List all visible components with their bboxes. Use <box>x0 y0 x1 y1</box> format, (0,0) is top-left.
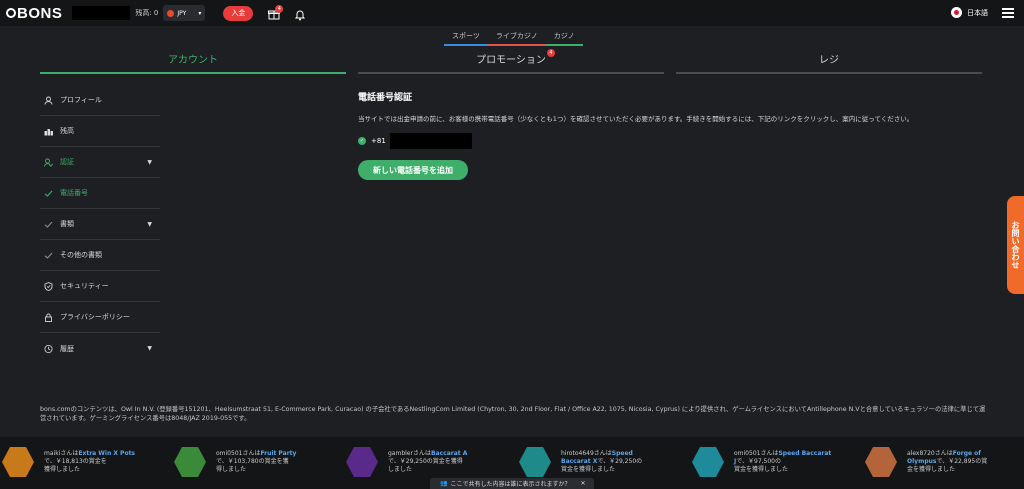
promotion-badge: 4 <box>547 49 555 57</box>
top-bar: BONS 残高: 0 JPY ▾ 入金 4 日本語 <box>0 0 1024 26</box>
account-sidebar: プロフィール 残高 認証 ▼ 電話番号 書類 ▼ その他の書類 セキュリティー … <box>40 85 160 364</box>
gift-button[interactable]: 4 <box>268 5 284 20</box>
sidebar-item-security[interactable]: セキュリティー <box>40 271 160 302</box>
lock-icon <box>44 313 53 322</box>
legal-notice: bons.comのコンテンツは、Owl In N.V. (登録番号151201、… <box>40 406 986 422</box>
user-icon <box>44 96 53 105</box>
gift-badge: 4 <box>275 5 284 13</box>
account-tabs: アカウント プロモーション 4 レジ <box>40 48 982 74</box>
winner-item[interactable]: maikiさんはExtra Win X Potsで、￥18,813の賞金を 獲得し… <box>2 446 144 478</box>
currency-value: JPY <box>177 9 187 17</box>
check-icon <box>44 220 53 229</box>
hamburger-icon <box>1002 8 1014 10</box>
balance-label: 残高: 0 <box>135 9 159 17</box>
shield-icon <box>44 281 53 291</box>
logo-mark-icon <box>6 8 16 18</box>
currency-select[interactable]: JPY ▾ <box>163 5 206 21</box>
chevron-down-icon: ▼ <box>147 220 152 228</box>
page-title: 電話番号認証 <box>358 93 413 103</box>
sidebar-item-balance[interactable]: 残高 <box>40 116 160 147</box>
game-thumbnail <box>346 446 378 478</box>
verified-check-icon: ✓ <box>358 137 366 145</box>
tab-sports[interactable]: スポーツ <box>444 29 488 46</box>
winner-item[interactable]: hiroto4649さんはSpeed Baccarat Xで、￥29,250の賞… <box>519 446 661 478</box>
game-thumbnail <box>2 446 34 478</box>
sidebar-item-verification[interactable]: 認証 ▼ <box>40 147 160 178</box>
sidebar-item-documents[interactable]: 書類 ▼ <box>40 209 160 240</box>
tab-live-casino[interactable]: ライブカジノ <box>487 29 546 46</box>
deposit-button[interactable]: 入金 <box>223 5 254 21</box>
tab-account[interactable]: アカウント <box>40 48 346 74</box>
people-icon: 👥 <box>440 480 448 487</box>
game-thumbnail <box>174 446 206 478</box>
verified-phone-row: ✓ +81 <box>358 133 472 149</box>
sidebar-item-privacy-policy[interactable]: プライバシーポリシー <box>40 302 160 333</box>
sidebar-item-phone[interactable]: 電話番号 <box>40 178 160 209</box>
share-visibility-bar[interactable]: 👥 ここで共有した内容は誰に表示されますか？ ✕ <box>430 478 594 489</box>
check-icon <box>44 189 53 198</box>
menu-button[interactable] <box>1002 8 1014 18</box>
chevron-down-icon: ▼ <box>147 158 152 166</box>
product-tabs: スポーツ ライブカジノ カジノ <box>444 29 583 46</box>
verification-description: 当サイトでは出金申請の前に、お客様の携帯電話番号（少なくとも1つ）を確認させてい… <box>358 115 914 123</box>
winner-item[interactable]: omi0501さんはFruit Party で、￥103,780の賞金を獲 得しまし… <box>174 446 316 478</box>
sidebar-item-history[interactable]: 履歴 ▼ <box>40 333 160 364</box>
verify-icon <box>44 158 53 167</box>
winner-item[interactable]: gamblerさんはBaccarat A で、￥29,250の賞金を獲得 しました <box>346 446 488 478</box>
balance-icon <box>44 127 53 136</box>
contact-us-tab[interactable]: お問い合わせ <box>1007 196 1024 294</box>
currency-coin-icon <box>167 9 175 17</box>
bell-icon <box>295 10 306 21</box>
history-icon <box>44 344 53 353</box>
game-thumbnail <box>865 446 897 478</box>
notification-button[interactable] <box>294 6 308 21</box>
game-thumbnail <box>519 446 551 478</box>
winner-item[interactable]: omi0501さんはSpeed Baccarat Jで、￥97,500の 賞金を獲… <box>692 446 834 478</box>
tab-cashier[interactable]: レジ <box>676 48 982 74</box>
masked-phone-number <box>389 133 472 149</box>
tab-promotion[interactable]: プロモーション 4 <box>358 48 664 74</box>
country-code: +81 <box>371 137 386 145</box>
game-thumbnail <box>692 446 724 478</box>
japan-flag-icon <box>951 7 962 18</box>
bons-logo[interactable]: BONS <box>6 5 62 22</box>
chevron-down-icon: ▼ <box>147 345 152 352</box>
add-phone-number-button[interactable]: 新しい電話番号を追加 <box>358 160 468 180</box>
masked-username <box>72 6 131 20</box>
tab-casino[interactable]: カジノ <box>545 29 583 46</box>
sidebar-item-profile[interactable]: プロフィール <box>40 85 160 116</box>
language-selector[interactable]: 日本語 <box>951 7 988 18</box>
check-icon <box>44 251 53 260</box>
winner-item[interactable]: alex8720さんはForge of Olympusで、￥22,895の賞 金を… <box>865 446 1007 478</box>
close-icon[interactable]: ✕ <box>581 480 586 487</box>
sidebar-item-other-documents[interactable]: その他の書類 <box>40 240 160 271</box>
chevron-down-icon: ▾ <box>198 9 202 17</box>
